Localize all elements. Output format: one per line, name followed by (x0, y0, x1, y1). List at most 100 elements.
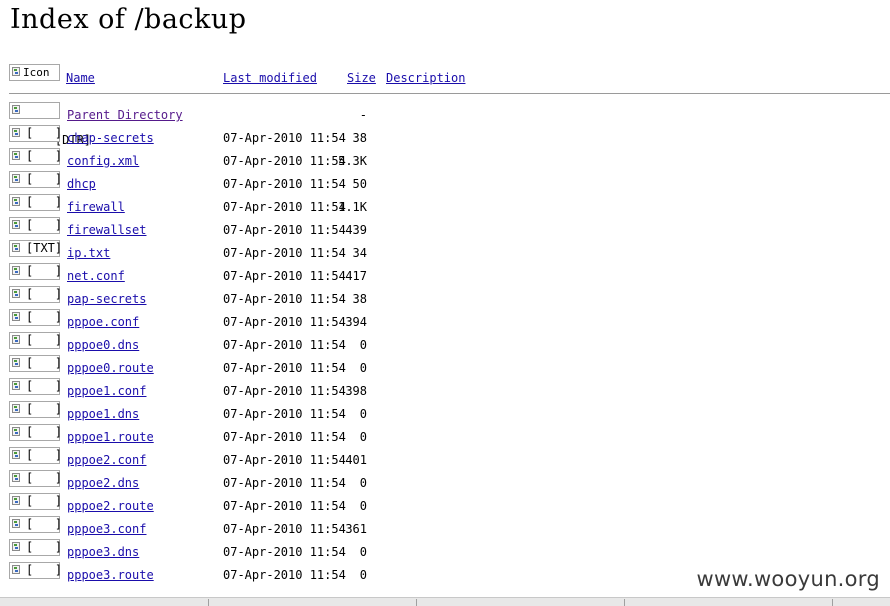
file-link[interactable]: pppoe0.dns (67, 338, 139, 352)
file-link[interactable]: pppoe3.dns (67, 545, 139, 559)
file-row: [ ] pap-secrets 07-Apr-2010 11:54 38 (0, 285, 890, 308)
file-row: [ ] firewall 07-Apr-2010 11:54 1.1K (0, 193, 890, 216)
file-row: [ ] pppoe0.route 07-Apr-2010 11:54 0 (0, 354, 890, 377)
status-bar (0, 597, 890, 606)
file-link[interactable]: config.xml (67, 154, 139, 168)
file-size: 0 (359, 407, 367, 421)
file-row: [ ] pppoe1.dns 07-Apr-2010 11:54 0 (0, 400, 890, 423)
file-last-modified: 07-Apr-2010 11:54 (223, 384, 346, 398)
file-icon: [ ] (9, 309, 62, 326)
broken-image-icon (12, 473, 20, 482)
file-size: 0 (359, 568, 367, 582)
file-link[interactable]: pap-secrets (67, 292, 146, 306)
status-bar-separator (832, 599, 833, 606)
broken-image-icon (12, 174, 20, 183)
parent-directory-link[interactable]: Parent Directory (67, 108, 183, 122)
file-size: 5.3K (338, 154, 367, 168)
broken-image-icon (12, 542, 20, 551)
file-icon-alt: [ ] (26, 333, 63, 347)
file-row: [ ] pppoe1.conf 07-Apr-2010 11:54 398 (0, 377, 890, 400)
file-icon: [ ] (9, 447, 62, 464)
file-link[interactable]: dhcp (67, 177, 96, 191)
file-size: 34 (352, 246, 367, 260)
file-row: [ ] config.xml 07-Apr-2010 11:54 5.3K (0, 147, 890, 170)
file-icon: [ ] (9, 125, 62, 142)
file-icon: [ ] (9, 470, 62, 487)
file-link[interactable]: pppoe3.route (67, 568, 154, 582)
sort-by-size-link[interactable]: Size (347, 71, 376, 85)
file-row: [ ] pppoe.conf 07-Apr-2010 11:54 394 (0, 308, 890, 331)
file-link[interactable]: pppoe0.route (67, 361, 154, 375)
file-link[interactable]: pppoe1.conf (67, 384, 146, 398)
file-row: [ ] pppoe0.dns 07-Apr-2010 11:54 0 (0, 331, 890, 354)
file-last-modified: 07-Apr-2010 11:54 (223, 568, 346, 582)
file-link[interactable]: firewall (67, 200, 125, 214)
file-size: 0 (359, 499, 367, 513)
broken-image-icon (12, 67, 20, 76)
file-size: 0 (359, 545, 367, 559)
header-divider (9, 93, 890, 94)
file-row: [ ] net.conf 07-Apr-2010 11:54 417 (0, 262, 890, 285)
sort-by-modified-link[interactable]: Last modified (223, 71, 317, 85)
file-icon: [ ] (9, 424, 63, 441)
file-icon: [ ] (9, 148, 62, 165)
file-icon-alt: [ ] (26, 195, 63, 209)
file-icon-alt: [ ] (26, 425, 63, 439)
broken-image-icon (12, 243, 20, 252)
file-size: 401 (345, 453, 367, 467)
file-link[interactable]: firewallset (67, 223, 146, 237)
file-icon: [ ] (9, 286, 62, 303)
file-size: 417 (345, 269, 367, 283)
file-row: [ ] chap-secrets 07-Apr-2010 11:54 38 (0, 124, 890, 147)
file-link[interactable]: pppoe1.dns (67, 407, 139, 421)
file-link[interactable]: ip.txt (67, 246, 110, 260)
broken-image-icon (12, 496, 20, 505)
file-link[interactable]: pppoe2.dns (67, 476, 139, 490)
file-icon-alt: [ ] (26, 540, 63, 554)
header-icon-alt: Icon (23, 66, 50, 79)
file-icon-alt: [ ] (26, 264, 63, 278)
file-icon: [ ] (9, 332, 63, 349)
file-size: 0 (359, 430, 367, 444)
file-link[interactable]: pppoe.conf (67, 315, 139, 329)
file-row: [ ] pppoe3.dns 07-Apr-2010 11:54 0 (0, 538, 890, 561)
file-size: 38 (352, 131, 367, 145)
broken-image-icon (12, 565, 20, 574)
status-bar-separator (208, 599, 209, 606)
file-size: 0 (359, 361, 367, 375)
file-icon-alt: [ ] (26, 563, 63, 577)
sort-by-description-link[interactable]: Description (386, 71, 465, 85)
file-link[interactable]: pppoe1.route (67, 430, 154, 444)
file-last-modified: 07-Apr-2010 11:54 (223, 476, 346, 490)
file-size: 394 (345, 315, 367, 329)
broken-image-icon (12, 128, 20, 137)
file-size: 439 (345, 223, 367, 237)
file-link[interactable]: pppoe2.route (67, 499, 154, 513)
file-last-modified: 07-Apr-2010 11:54 (223, 292, 346, 306)
file-row: [ ] firewallset 07-Apr-2010 11:54 439 (0, 216, 890, 239)
file-last-modified: 07-Apr-2010 11:54 (223, 269, 346, 283)
broken-image-icon (12, 266, 20, 275)
file-last-modified: 07-Apr-2010 11:54 (223, 131, 346, 145)
file-link[interactable]: pppoe2.conf (67, 453, 146, 467)
file-icon: [ ] (9, 355, 62, 372)
file-row: [ ] pppoe3.conf 07-Apr-2010 11:54 361 (0, 515, 890, 538)
file-link[interactable]: chap-secrets (67, 131, 154, 145)
broken-image-icon (12, 197, 20, 206)
file-size: 0 (359, 338, 367, 352)
file-link[interactable]: pppoe3.conf (67, 522, 146, 536)
file-link[interactable]: net.conf (67, 269, 125, 283)
file-last-modified: 07-Apr-2010 11:54 (223, 315, 346, 329)
folder-icon: [DIR] (9, 102, 91, 147)
status-bar-separator (416, 599, 417, 606)
broken-image-icon (12, 312, 20, 321)
sort-by-name-link[interactable]: Name (66, 71, 95, 85)
parent-directory-size: - (359, 108, 367, 122)
file-icon: [ ] (9, 516, 62, 533)
file-row: [TXT] ip.txt 07-Apr-2010 11:54 34 (0, 239, 890, 262)
file-icon-alt: [ ] (26, 218, 63, 232)
file-last-modified: 07-Apr-2010 11:54 (223, 154, 346, 168)
file-icon: [ ] (9, 263, 63, 280)
broken-image-icon (12, 381, 20, 390)
file-icon: [ ] (9, 401, 62, 418)
